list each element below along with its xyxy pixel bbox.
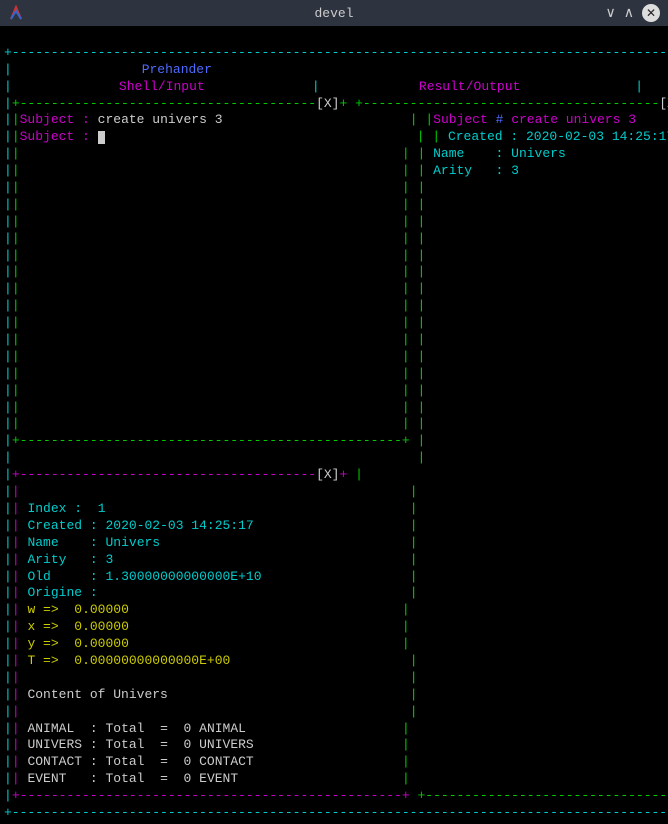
details-t-value: 0.00000000000000E+00 (74, 653, 230, 668)
window-title: devel (314, 6, 353, 21)
result-arity-value: 3 (511, 163, 519, 178)
details-created-label: Created (27, 518, 82, 533)
row-event: EVENT : Total = 0 EVENT (27, 771, 238, 786)
details-index-label: Index (27, 501, 66, 516)
terminal-area: +---------------------------------------… (0, 26, 668, 824)
result-arity-label: Arity (433, 163, 472, 178)
row-contact: CONTACT : Total = 0 CONTACT (27, 754, 253, 769)
maximize-icon[interactable]: ∧ (624, 5, 634, 22)
details-x-value: 0.00000 (74, 619, 129, 634)
result-created-value: 2020-02-03 14:25:17 (526, 129, 668, 144)
details-old-label: Old (27, 569, 50, 584)
outer-border-bottom: +---------------------------------------… (4, 805, 668, 820)
result-border-top: +-------------------------------------- (355, 96, 659, 111)
row-animal: ANIMAL : Total = 0 ANIMAL (27, 721, 246, 736)
result-close-marker[interactable]: [X] (659, 96, 668, 111)
outer-border-top: +---------------------------------------… (4, 45, 667, 60)
cursor[interactable] (98, 131, 105, 144)
result-name-label: Name (433, 146, 464, 161)
row-univers: UNIVERS : Total = 0 UNIVERS (27, 737, 253, 752)
details-name-label: Name (27, 535, 58, 550)
details-close-marker[interactable]: [X] (316, 467, 339, 482)
details-w-value: 0.00000 (74, 602, 129, 617)
result-command: create univers 3 (511, 112, 636, 127)
shell-command[interactable]: create univers 3 (98, 112, 223, 127)
details-t-label: T => (27, 653, 58, 668)
result-name-value: Univers (511, 146, 566, 161)
result-title: Result/Output (320, 79, 620, 96)
shell-subject-label: Subject (20, 112, 75, 127)
titlebar: devel ∨ ∧ ✕ (0, 0, 668, 26)
window-controls: ∨ ∧ ✕ (606, 4, 661, 22)
shell-title: Shell/Input (12, 79, 312, 96)
result-subject-label: Subject (433, 112, 488, 127)
shell-border-top: +-------------------------------------- (12, 96, 316, 111)
content-header: Content of Univers (27, 687, 167, 702)
minimize-icon[interactable]: ∨ (606, 5, 616, 22)
shell-close-marker[interactable]: [X] (316, 96, 339, 111)
details-old-value: 1.30000000000000E+10 (105, 569, 261, 584)
close-icon[interactable]: ✕ (642, 4, 660, 22)
details-x-label: x => (27, 619, 58, 634)
details-index-value: 1 (98, 501, 106, 516)
details-arity-label: Arity (27, 552, 66, 567)
details-y-label: y => (27, 636, 58, 651)
result-created-label: Created (448, 129, 503, 144)
details-w-label: w => (27, 602, 58, 617)
details-created-value: 2020-02-03 14:25:17 (105, 518, 253, 533)
app-name-label: Prehander (12, 62, 342, 79)
details-name-value: Univers (106, 535, 161, 550)
shell-prompt2-label: Subject (20, 129, 75, 144)
details-border-top: +-------------------------------------- (12, 467, 316, 482)
details-border-bottom: +---------------------------------------… (12, 788, 410, 803)
app-icon (8, 5, 24, 21)
details-y-value: 0.00000 (74, 636, 129, 651)
details-origine-label: Origine (27, 585, 82, 600)
